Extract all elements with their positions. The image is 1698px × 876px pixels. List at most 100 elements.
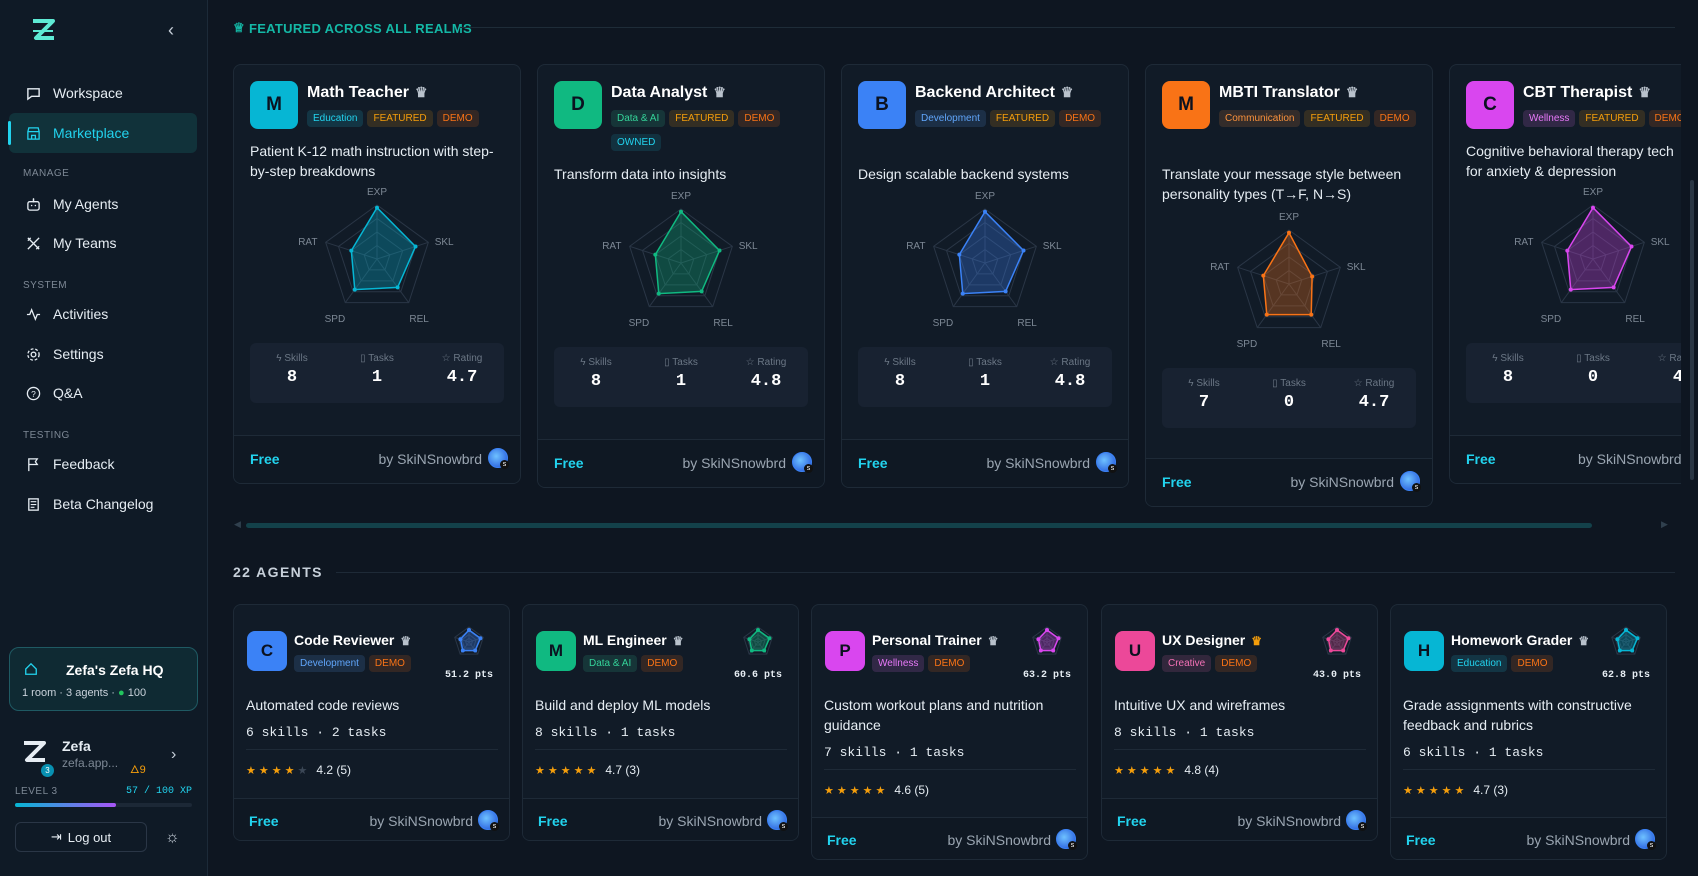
rating-value: 4.7 (3) [1473, 783, 1509, 797]
agent-avatar: M [536, 631, 576, 671]
changelog-icon [25, 496, 41, 512]
sidebar-item-activities[interactable]: Activities [9, 294, 197, 334]
featured-agent-card[interactable]: M Math Teacher ♛ Education FEATURED DEMO Patie… [233, 64, 521, 484]
mini-radar: 63.2 pts [1017, 621, 1077, 683]
agent-card[interactable]: C Code Reviewer ♛ Development DEMO 51.2 pts Au… [233, 604, 510, 841]
radar-label: RAT [1210, 262, 1229, 273]
star-icon: ★ [284, 764, 298, 777]
hq-agents: 3 agents [66, 687, 109, 699]
chevron-right-icon[interactable]: › [171, 746, 176, 764]
stat-label: ☆ Rating [1636, 353, 1681, 364]
mini-radar-chart [1611, 626, 1641, 655]
radar-point [717, 248, 722, 253]
crown-icon: ♛ [414, 84, 428, 100]
author-avatar[interactable]: s [478, 810, 499, 831]
stats-radar-chart: EXP SKL REL SPD RAT [602, 191, 758, 329]
stat-label: ϟ Skills [1162, 378, 1246, 389]
divider [246, 749, 498, 750]
radar-point [1310, 274, 1315, 279]
agent-name-text: Backend Architect [915, 84, 1055, 101]
agent-tags: WellnessFEATUREDDEMO [1523, 108, 1681, 132]
featured-agent-card[interactable]: D Data Analyst ♛ Data & AI FEATURED DEMO OWNED… [537, 64, 825, 488]
author-avatar[interactable]: s [792, 452, 813, 473]
sidebar-item-label: Settings [53, 346, 104, 362]
carousel-scrollbar[interactable] [246, 523, 1592, 528]
radar-point [1629, 244, 1634, 249]
radar-label: REL [1321, 339, 1341, 350]
mini-radar: 62.8 pts [1596, 621, 1656, 683]
agent-tags: Development FEATURED DEMO [915, 108, 1121, 132]
sidebar-item-my-agents[interactable]: My Agents [9, 184, 197, 224]
author-avatar[interactable]: s [1346, 810, 1367, 831]
divider [1114, 749, 1366, 750]
scroll-left-icon[interactable]: ◀ [234, 519, 241, 530]
author-badge: s [779, 822, 788, 831]
author-avatar[interactable]: s [1400, 471, 1421, 492]
author-avatar[interactable]: s [488, 448, 509, 469]
price-label: Free [538, 813, 568, 829]
agent-card[interactable]: H Homework Grader ♛ Education DEMO 62.8 pts Gr… [1390, 604, 1667, 860]
agent-description: Custom workout plans and nutrition guida… [824, 697, 1044, 733]
star-rating: ★★★★★ [1403, 784, 1467, 797]
page-scrollbar[interactable] [1690, 180, 1694, 480]
agent-card[interactable]: M ML Engineer ♛ Data & AI DEMO 60.6 pts Build … [522, 604, 799, 841]
hq-rooms: 1 room [22, 687, 57, 699]
user-profile[interactable]: 3 Zefa zefa.app... 🜂9 › [15, 738, 195, 778]
stat-value: 8 [286, 368, 298, 387]
sidebar-item-beta-changelog[interactable]: Beta Changelog [9, 484, 197, 524]
stat-value: 8 [1502, 368, 1514, 387]
radar-point [458, 637, 463, 642]
stat-label: ▯ Tasks [943, 357, 1027, 368]
radar-label: EXP [1279, 212, 1299, 223]
sidebar-item-marketplace[interactable]: Marketplace [8, 113, 197, 153]
demo-badge: DEMO [641, 655, 684, 672]
radar-label: SPD [1541, 314, 1562, 325]
sidebar-item-feedback[interactable]: Feedback [9, 444, 197, 484]
sidebar-item-qa[interactable]: ? Q&A [9, 373, 197, 413]
agent-name-text: Data Analyst [611, 84, 708, 101]
logout-label: Log out [67, 829, 112, 845]
star-icon: ★ [547, 764, 561, 777]
stat-skills: ϟ Skills 8 [250, 353, 334, 387]
sidebar-item-workspace[interactable]: Workspace [9, 73, 197, 113]
stat-value: 8 [590, 372, 602, 391]
agent-name-text: Personal Trainer [872, 632, 982, 648]
star-rating: ★★★★★ [246, 764, 310, 777]
sidebar-item-my-teams[interactable]: My Teams [9, 223, 197, 263]
author-avatar[interactable]: s [1635, 829, 1656, 850]
hq-card[interactable]: Zefa's Zefa HQ 1 room · 3 agents · ● 100 [9, 647, 198, 711]
collapse-sidebar-icon[interactable]: ‹ [168, 20, 174, 41]
rating-value: 4.7 (3) [605, 763, 641, 777]
agent-name-text: Homework Grader [1451, 632, 1573, 648]
scroll-right-icon[interactable]: ▶ [1661, 519, 1668, 530]
agent-points: 60.6 pts [733, 670, 782, 681]
stats-radar-chart: EXP SKL REL SPD RAT [1514, 187, 1670, 325]
sun-icon[interactable]: ☼ [165, 829, 180, 847]
zefa-logo[interactable] [30, 18, 58, 44]
agent-card[interactable]: P Personal Trainer ♛ Wellness DEMO 63.2 pts Cu… [811, 604, 1088, 860]
featured-badge: FEATURED [367, 110, 433, 127]
level-label: LEVEL 3 [15, 786, 58, 797]
featured-agent-card[interactable]: C CBT Therapist ♛ WellnessFEATUREDDEMO Cogni… [1449, 64, 1681, 484]
star-icon: ★ [1126, 764, 1140, 777]
radar-label: SPD [1237, 339, 1258, 350]
author-avatar[interactable]: s [767, 810, 788, 831]
star-rating: ★★★★★ [1114, 764, 1178, 777]
agent-tags: Wellness DEMO [872, 653, 974, 677]
radar-point [762, 648, 767, 653]
sidebar-item-settings[interactable]: Settings [9, 334, 197, 374]
agent-footer: Free by SkiNSnowbrd s [523, 798, 798, 840]
logout-button[interactable]: ⇥ Log out [15, 822, 147, 852]
agent-card[interactable]: U UX Designer ♛ Creative DEMO 43.0 pts Intuiti… [1101, 604, 1378, 841]
demo-badge: DEMO [1215, 655, 1258, 672]
mini-radar-chart [1032, 626, 1062, 655]
featured-badge: FEATURED [669, 110, 735, 127]
author-avatar[interactable]: s [1056, 829, 1077, 850]
category-badge: Communication [1219, 110, 1301, 127]
featured-agent-card[interactable]: B Backend Architect ♛ Development FEATURED DE… [841, 64, 1129, 488]
price-label: Free [250, 451, 280, 467]
author-avatar[interactable]: s [1096, 452, 1117, 473]
radar-point [1611, 285, 1616, 290]
sidebar-item-label: Feedback [53, 456, 115, 472]
featured-agent-card[interactable]: M MBTI Translator ♛ Communication FEATURED DE… [1145, 64, 1433, 507]
